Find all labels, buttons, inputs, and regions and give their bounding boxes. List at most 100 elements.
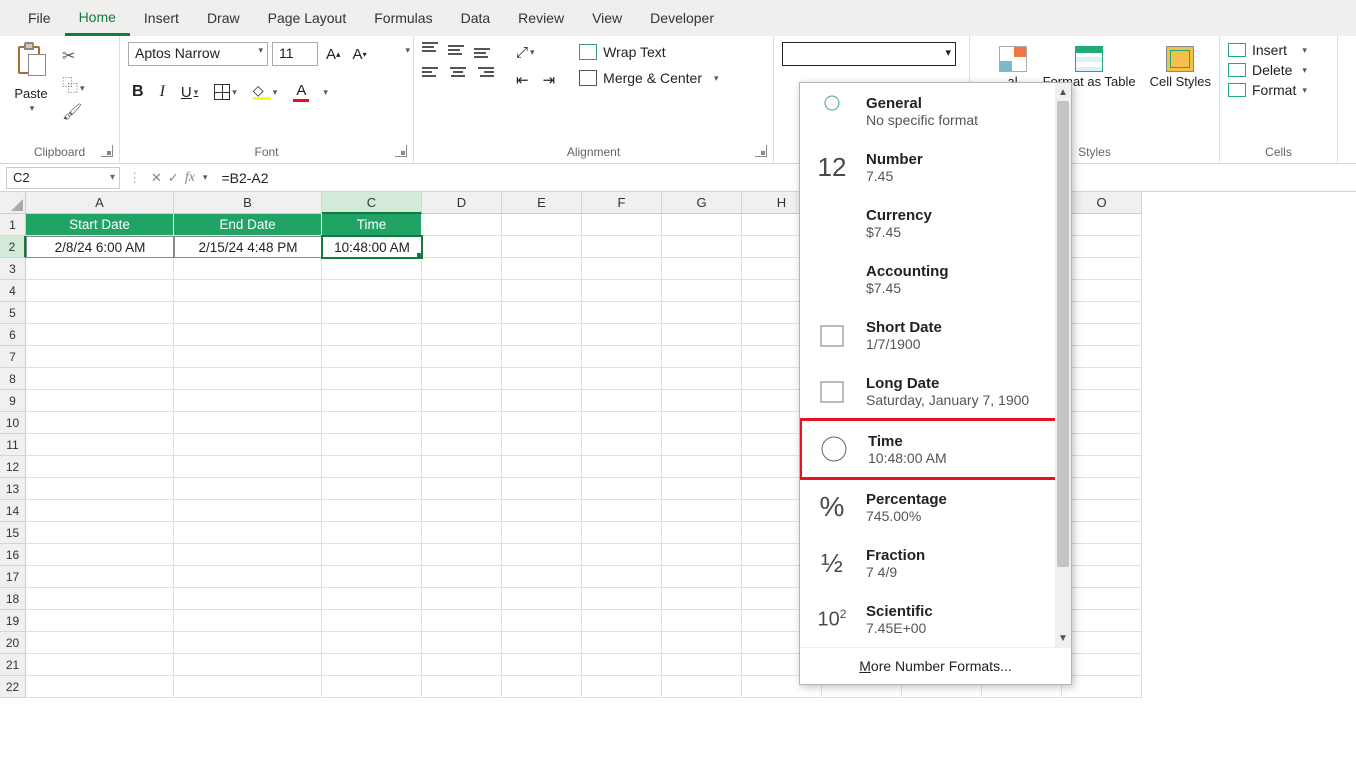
cell-B9[interactable] <box>174 390 322 412</box>
row-header-19[interactable]: 19 <box>0 610 26 632</box>
col-header-O[interactable]: O <box>1062 192 1142 214</box>
row-header-10[interactable]: 10 <box>0 412 26 434</box>
cell-C18[interactable] <box>322 588 422 610</box>
cell-E13[interactable] <box>502 478 582 500</box>
cell-D14[interactable] <box>422 500 502 522</box>
cell-A15[interactable] <box>26 522 174 544</box>
cell-A8[interactable] <box>26 368 174 390</box>
cell-A3[interactable] <box>26 258 174 280</box>
decrease-font-button[interactable]: A▾ <box>349 44 371 65</box>
cell-D2[interactable] <box>422 236 502 258</box>
cell-G13[interactable] <box>662 478 742 500</box>
cell-B6[interactable] <box>174 324 322 346</box>
cell-A12[interactable] <box>26 456 174 478</box>
cell-D20[interactable] <box>422 632 502 654</box>
format-option-accounting[interactable]: Accounting$7.45 <box>800 251 1071 307</box>
insert-cells-button[interactable]: Insert▾ <box>1228 42 1307 58</box>
cell-G4[interactable] <box>662 280 742 302</box>
cell-F20[interactable] <box>582 632 662 654</box>
number-format-select[interactable] <box>782 42 956 66</box>
col-header-B[interactable]: B <box>174 192 322 214</box>
increase-indent-button[interactable]: ⇥ <box>539 69 560 91</box>
cell-B10[interactable] <box>174 412 322 434</box>
cell-D6[interactable] <box>422 324 502 346</box>
tab-review[interactable]: Review <box>504 2 578 34</box>
font-size-select[interactable]: 11▾ <box>272 42 318 66</box>
cell-D18[interactable] <box>422 588 502 610</box>
row-header-12[interactable]: 12 <box>0 456 26 478</box>
tab-developer[interactable]: Developer <box>636 2 728 34</box>
cell-E5[interactable] <box>502 302 582 324</box>
align-right-button[interactable] <box>474 64 494 80</box>
cell-D3[interactable] <box>422 258 502 280</box>
cell-D8[interactable] <box>422 368 502 390</box>
accept-formula-button[interactable]: ✓ <box>168 170 179 186</box>
decrease-indent-button[interactable]: ⇤ <box>512 69 533 91</box>
cell-A16[interactable] <box>26 544 174 566</box>
cell-E6[interactable] <box>502 324 582 346</box>
cell-D1[interactable] <box>422 214 502 236</box>
wrap-text-button[interactable]: Wrap Text <box>579 44 718 60</box>
cell-O18[interactable] <box>1062 588 1142 610</box>
font-launcher[interactable] <box>395 145 407 157</box>
cell-E14[interactable] <box>502 500 582 522</box>
tab-pagelayout[interactable]: Page Layout <box>254 2 361 34</box>
row-header-3[interactable]: 3 <box>0 258 26 280</box>
col-header-A[interactable]: A <box>26 192 174 214</box>
cell-B18[interactable] <box>174 588 322 610</box>
cell-E15[interactable] <box>502 522 582 544</box>
cell-A21[interactable] <box>26 654 174 676</box>
paste-button[interactable]: Paste ▾ <box>8 42 54 114</box>
font-color-button[interactable]: A <box>289 80 313 104</box>
cell-E17[interactable] <box>502 566 582 588</box>
cell-O15[interactable] <box>1062 522 1142 544</box>
cell-F5[interactable] <box>582 302 662 324</box>
format-option-general[interactable]: 123GeneralNo specific format <box>800 83 1071 139</box>
cell-F3[interactable] <box>582 258 662 280</box>
cell-C5[interactable] <box>322 302 422 324</box>
cell-D12[interactable] <box>422 456 502 478</box>
more-number-formats-button[interactable]: More Number Formats... <box>800 647 1071 684</box>
cell-A1[interactable]: Start Date <box>26 214 174 236</box>
cell-B12[interactable] <box>174 456 322 478</box>
cell-B15[interactable] <box>174 522 322 544</box>
format-option-time[interactable]: Time10:48:00 AM <box>800 418 1071 480</box>
row-header-15[interactable]: 15 <box>0 522 26 544</box>
col-header-F[interactable]: F <box>582 192 662 214</box>
cell-C16[interactable] <box>322 544 422 566</box>
cell-E22[interactable] <box>502 676 582 698</box>
cell-A20[interactable] <box>26 632 174 654</box>
format-option-number[interactable]: 12Number7.45 <box>800 139 1071 195</box>
cell-G22[interactable] <box>662 676 742 698</box>
format-cells-button[interactable]: Format▾ <box>1228 82 1307 98</box>
cell-O22[interactable] <box>1062 676 1142 698</box>
tab-formulas[interactable]: Formulas <box>360 2 446 34</box>
cell-E16[interactable] <box>502 544 582 566</box>
cell-F11[interactable] <box>582 434 662 456</box>
tab-data[interactable]: Data <box>447 2 505 34</box>
col-header-E[interactable]: E <box>502 192 582 214</box>
format-option-percentage[interactable]: %Percentage745.00% <box>800 479 1071 535</box>
cell-C12[interactable] <box>322 456 422 478</box>
cell-O16[interactable] <box>1062 544 1142 566</box>
row-header-21[interactable]: 21 <box>0 654 26 676</box>
cell-A2[interactable]: 2/8/24 6:00 AM <box>26 236 174 258</box>
format-option-scientific[interactable]: 102Scientific7.45E+00 <box>800 591 1071 647</box>
cell-F19[interactable] <box>582 610 662 632</box>
cell-C21[interactable] <box>322 654 422 676</box>
align-top-button[interactable] <box>422 42 442 58</box>
scroll-down-arrow[interactable]: ▼ <box>1055 629 1071 647</box>
bold-button[interactable]: B <box>128 81 148 103</box>
delete-cells-button[interactable]: Delete▾ <box>1228 62 1307 78</box>
tab-file[interactable]: File <box>14 2 65 34</box>
cell-E12[interactable] <box>502 456 582 478</box>
cell-E8[interactable] <box>502 368 582 390</box>
cell-E9[interactable] <box>502 390 582 412</box>
cell-E2[interactable] <box>502 236 582 258</box>
format-option-fraction[interactable]: ½Fraction7 4/9 <box>800 535 1071 591</box>
cell-F9[interactable] <box>582 390 662 412</box>
merge-center-button[interactable]: Merge & Center▾ <box>579 70 718 86</box>
alignment-launcher[interactable] <box>755 145 767 157</box>
cell-C10[interactable] <box>322 412 422 434</box>
cell-G12[interactable] <box>662 456 742 478</box>
